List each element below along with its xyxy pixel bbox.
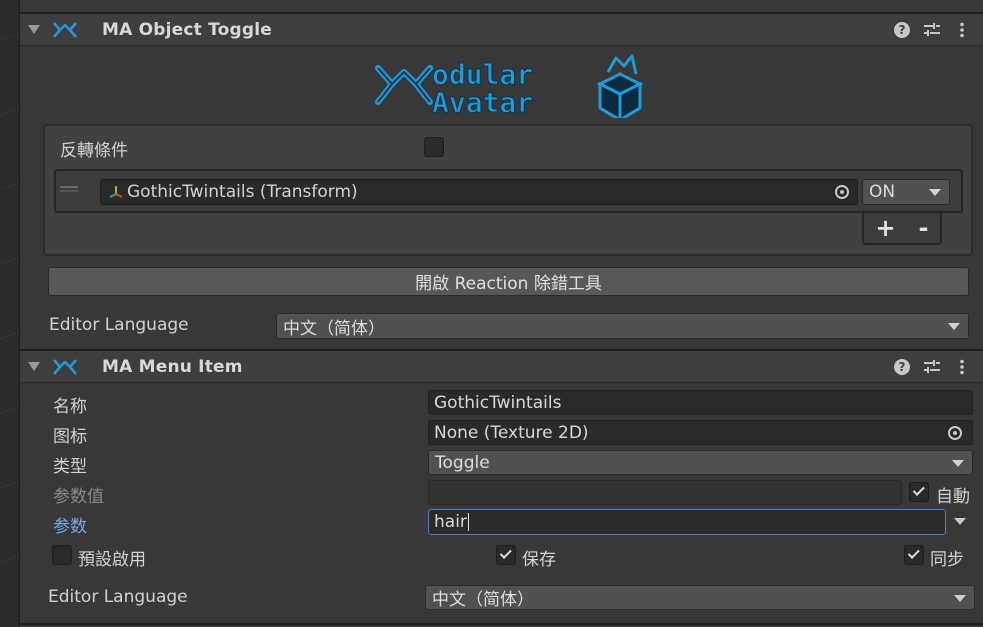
text-caret: [467, 513, 469, 531]
type-value: Toggle: [435, 452, 490, 473]
open-reaction-debugger-button[interactable]: 開啟 Reaction 除錯工具: [48, 267, 969, 296]
menu-item-header[interactable]: MA Menu Item ?: [20, 351, 983, 383]
param-value-field[interactable]: [428, 480, 902, 505]
object-picker-icon[interactable]: [944, 423, 966, 443]
editor-language-dropdown[interactable]: 中文（简体）: [276, 313, 969, 339]
kebab-menu-icon[interactable]: [953, 358, 971, 376]
parameter-label: 参数: [53, 517, 87, 537]
foldout-arrow-icon[interactable]: [28, 361, 40, 373]
editor-language-dropdown[interactable]: 中文（简体）: [425, 585, 975, 610]
left-gutter: [0, 0, 20, 627]
default-on-checkbox[interactable]: [52, 545, 72, 565]
box-icon: [596, 54, 644, 118]
icon-field[interactable]: None (Texture 2D): [428, 420, 973, 445]
list-add-remove: + -: [862, 213, 942, 245]
param-value-label: 参数值: [53, 487, 104, 507]
logo-text-avatar: Avatar: [432, 86, 533, 118]
kebab-menu-icon[interactable]: [953, 21, 971, 39]
editor-language-label: Editor Language: [48, 587, 188, 607]
editor-language-value: 中文（简体）: [283, 318, 385, 339]
state-dropdown[interactable]: ON: [862, 179, 950, 205]
checkmark-icon: [907, 546, 920, 559]
component-title: MA Object Toggle: [102, 19, 273, 40]
icon-value: None (Texture 2D): [434, 422, 589, 443]
state-value: ON: [869, 182, 896, 202]
presets-icon[interactable]: [923, 21, 941, 39]
component-divider: [20, 623, 983, 625]
parameter-value: hair: [434, 512, 467, 532]
auto-label: 自動: [936, 487, 970, 507]
synced-checkbox[interactable]: [904, 545, 924, 565]
open-reaction-debugger-label: 開啟 Reaction 除錯工具: [415, 274, 602, 294]
presets-icon[interactable]: [923, 358, 941, 376]
ma-logo-icon: [53, 21, 77, 38]
name-field[interactable]: GothicTwintails: [428, 390, 973, 415]
object-toggle-header[interactable]: MA Object Toggle ?: [20, 14, 983, 46]
dropdown-arrow-icon: [929, 189, 941, 196]
saved-checkbox[interactable]: [496, 545, 516, 565]
help-icon[interactable]: ?: [893, 358, 911, 376]
saved-label: 保存: [522, 550, 556, 570]
editor-language-value: 中文（简体）: [432, 590, 534, 610]
name-value: GothicTwintails: [434, 392, 562, 413]
dropdown-arrow-icon: [952, 459, 964, 467]
default-on-label: 預設啟用: [78, 550, 146, 570]
remove-entry-button[interactable]: -: [919, 214, 929, 242]
checkmark-icon: [499, 546, 512, 559]
type-label: 类型: [53, 457, 87, 477]
icon-label: 图标: [53, 427, 87, 447]
invert-condition-label: 反轉條件: [60, 141, 128, 161]
modular-avatar-logo: odular Avatar: [375, 54, 644, 118]
target-object-label: GothicTwintails (Transform): [127, 182, 358, 202]
drag-handle-icon[interactable]: [60, 186, 78, 192]
parameter-input[interactable]: hair: [428, 509, 946, 535]
parameter-dropdown-arrow-icon[interactable]: [954, 518, 966, 525]
editor-language-label: Editor Language: [49, 315, 189, 335]
component-title: MA Menu Item: [102, 356, 243, 377]
checkmark-icon: [912, 483, 925, 496]
add-entry-button[interactable]: +: [875, 214, 895, 242]
auto-checkbox[interactable]: [909, 482, 929, 502]
target-object-field[interactable]: GothicTwintails (Transform): [100, 179, 858, 205]
foldout-arrow-icon[interactable]: [28, 24, 40, 36]
invert-condition-checkbox[interactable]: [424, 137, 444, 157]
transform-icon: [109, 186, 123, 198]
type-dropdown[interactable]: Toggle: [428, 450, 973, 475]
dropdown-arrow-icon: [948, 323, 960, 330]
name-label: 名称: [53, 397, 87, 417]
dropdown-arrow-icon: [954, 594, 966, 602]
object-picker-icon[interactable]: [831, 182, 853, 202]
synced-label: 同步: [930, 550, 964, 570]
help-icon[interactable]: ?: [893, 21, 911, 39]
ma-logo-icon: [53, 358, 77, 375]
